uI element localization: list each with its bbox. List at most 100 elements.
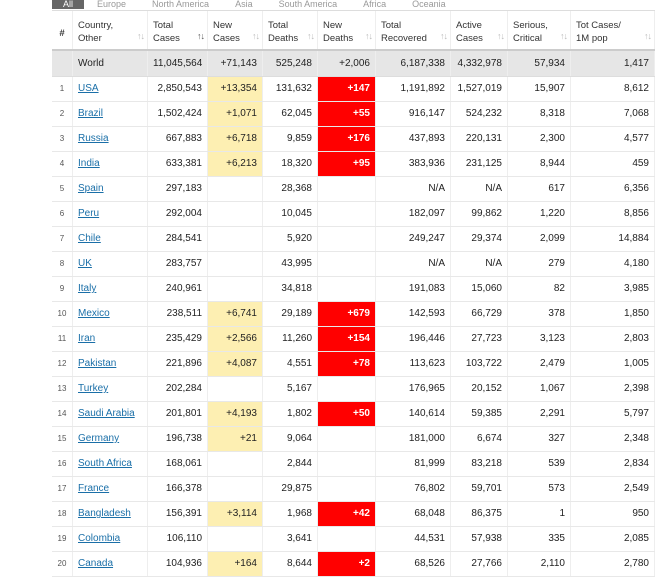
country-link[interactable]: Turkey [78, 383, 108, 394]
country-link[interactable]: Brazil [78, 108, 103, 119]
continent-tabs: All Europe North America Asia South America A… [52, 0, 459, 9]
per-million-cell: 1,005 [571, 352, 655, 376]
header-country[interactable]: Country, Other ↑↓ [73, 11, 148, 49]
country-link[interactable]: France [78, 483, 109, 494]
new-deaths-cell [318, 427, 376, 451]
country-link[interactable]: Germany [78, 433, 119, 444]
sort-arrows-icon: ↑↓ [252, 31, 260, 41]
serious-cell: 1,067 [508, 377, 571, 401]
country-cell: USA [73, 77, 148, 101]
total-recovered-cell: 383,936 [376, 152, 451, 176]
serious-cell: 2,099 [508, 227, 571, 251]
country-link[interactable]: Pakistan [78, 358, 116, 369]
serious-cell: 279 [508, 252, 571, 276]
total-deaths-cell: 131,632 [263, 77, 318, 101]
per-million-cell: 2,780 [571, 552, 655, 576]
country-link[interactable]: Iran [78, 333, 95, 344]
total-cases-cell: 202,284 [148, 377, 208, 401]
tab-asia[interactable]: Asia [222, 0, 266, 9]
total-cases-cell: 1,502,424 [148, 102, 208, 126]
country-link[interactable]: South Africa [78, 458, 132, 469]
world-serious: 57,934 [508, 51, 571, 76]
new-cases-cell: +1,071 [208, 102, 263, 126]
table-row: 18 Bangladesh 156,391 +3,114 1,968 +42 68,048 8… [52, 502, 655, 527]
total-cases-cell: 196,738 [148, 427, 208, 451]
country-link[interactable]: Saudi Arabia [78, 408, 135, 419]
tab-north-america[interactable]: North America [139, 0, 222, 9]
serious-cell: 335 [508, 527, 571, 551]
new-deaths-cell [318, 452, 376, 476]
header-tot-cases-per-million[interactable]: Tot Cases/ 1M pop ↑↓ [571, 11, 655, 49]
total-recovered-cell: 196,446 [376, 327, 451, 351]
total-cases-cell: 104,936 [148, 552, 208, 576]
total-recovered-cell: 68,526 [376, 552, 451, 576]
table-row: 9 Italy 240,961 34,818 191,083 15,060 82 3,985 [52, 277, 655, 302]
country-link[interactable]: Chile [78, 233, 101, 244]
sort-arrows-icon: ↑↓ [497, 31, 505, 41]
serious-cell: 378 [508, 302, 571, 326]
header-total-deaths[interactable]: Total Deaths ↑↓ [263, 11, 318, 49]
row-index: 6 [52, 202, 73, 226]
country-link[interactable]: Bangladesh [78, 508, 131, 519]
country-link[interactable]: Canada [78, 558, 113, 569]
tab-europe[interactable]: Europe [84, 0, 139, 9]
tab-africa[interactable]: Africa [350, 0, 399, 9]
row-index: 12 [52, 352, 73, 376]
row-index: 16 [52, 452, 73, 476]
total-cases-cell: 240,961 [148, 277, 208, 301]
new-deaths-cell [318, 527, 376, 551]
country-cell: Saudi Arabia [73, 402, 148, 426]
row-index: 11 [52, 327, 73, 351]
country-link[interactable]: Peru [78, 208, 99, 219]
active-cases-cell: 231,125 [451, 152, 508, 176]
country-link[interactable]: Colombia [78, 533, 120, 544]
header-total-recovered[interactable]: Total Recovered ↑↓ [376, 11, 451, 49]
new-cases-cell [208, 377, 263, 401]
total-cases-cell: 221,896 [148, 352, 208, 376]
table-row: 1 USA 2,850,543 +13,354 131,632 +147 1,191,892… [52, 77, 655, 102]
header-new-deaths-line2: Deaths [323, 33, 354, 44]
header-active-cases[interactable]: Active Cases ↑↓ [451, 11, 508, 49]
row-index: 1 [52, 77, 73, 101]
header-active-cases-line1: Active [456, 20, 482, 31]
tab-all[interactable]: All [52, 0, 85, 9]
table-row: 7 Chile 284,541 5,920 249,247 29,374 2,099 14,8… [52, 227, 655, 252]
total-deaths-cell: 34,818 [263, 277, 318, 301]
new-cases-cell: +6,718 [208, 127, 263, 151]
country-link[interactable]: Russia [78, 133, 109, 144]
active-cases-cell: 99,862 [451, 202, 508, 226]
country-link[interactable]: UK [78, 258, 92, 269]
total-recovered-cell: 182,097 [376, 202, 451, 226]
total-cases-cell: 2,850,543 [148, 77, 208, 101]
country-link[interactable]: India [78, 158, 100, 169]
tab-oceania[interactable]: Oceania [399, 0, 459, 9]
serious-cell: 82 [508, 277, 571, 301]
total-deaths-cell: 11,260 [263, 327, 318, 351]
serious-cell: 1 [508, 502, 571, 526]
header-total-cases[interactable]: Total Cases ↑↓ [148, 11, 208, 49]
total-recovered-cell: 113,623 [376, 352, 451, 376]
header-new-cases[interactable]: New Cases ↑↓ [208, 11, 263, 49]
header-num[interactable]: # [52, 11, 73, 49]
covid-table: # Country, Other ↑↓ Total Cases ↑↓ New C… [52, 10, 655, 577]
total-deaths-cell: 28,368 [263, 177, 318, 201]
row-index: 9 [52, 277, 73, 301]
header-country-line2: Other [78, 33, 102, 44]
total-cases-cell: 292,004 [148, 202, 208, 226]
header-serious-critical[interactable]: Serious, Critical ↑↓ [508, 11, 571, 49]
country-link[interactable]: Spain [78, 183, 104, 194]
country-link[interactable]: Mexico [78, 308, 110, 319]
country-link[interactable]: USA [78, 83, 99, 94]
row-index: 10 [52, 302, 73, 326]
country-cell: Chile [73, 227, 148, 251]
header-active-cases-line2: Cases [456, 33, 483, 44]
total-deaths-cell: 29,875 [263, 477, 318, 501]
country-link[interactable]: Italy [78, 283, 96, 294]
country-cell: Mexico [73, 302, 148, 326]
tab-south-america[interactable]: South America [266, 0, 351, 9]
total-cases-cell: 156,391 [148, 502, 208, 526]
table-body: 1 USA 2,850,543 +13,354 131,632 +147 1,191,892… [52, 77, 655, 577]
new-deaths-cell [318, 252, 376, 276]
header-new-deaths[interactable]: New Deaths ↑↓ [318, 11, 376, 49]
table-row: 12 Pakistan 221,896 +4,087 4,551 +78 113,623 10… [52, 352, 655, 377]
